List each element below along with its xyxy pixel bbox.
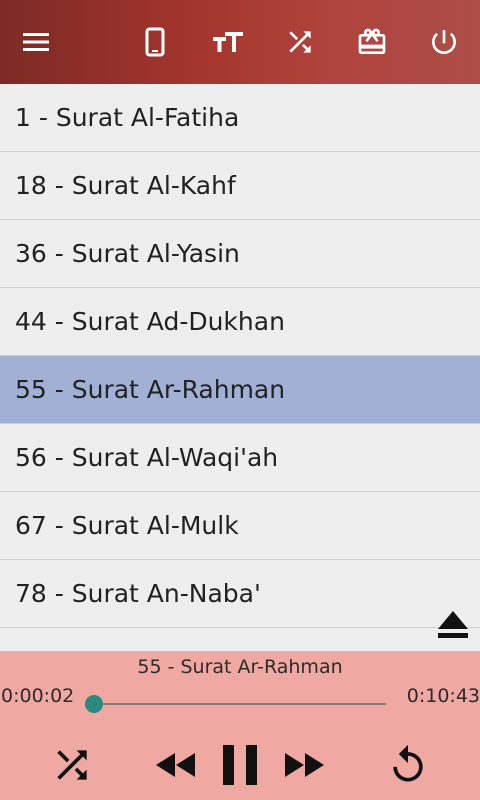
gift-card-icon[interactable] bbox=[352, 22, 392, 62]
list-item[interactable]: 67 - Surat Al-Mulk bbox=[0, 492, 480, 560]
surah-label: 55 - Surat Ar-Rahman bbox=[15, 375, 286, 404]
repeat-icon[interactable] bbox=[386, 743, 430, 787]
surah-label: 78 - Surat An-Naba' bbox=[15, 579, 261, 608]
eject-icon[interactable] bbox=[436, 608, 470, 642]
media-player: 55 - Surat Ar-Rahman 0:00:02 0:10:43 bbox=[0, 651, 480, 800]
surah-label: 1 - Surat Al-Fatiha bbox=[15, 103, 240, 132]
list-item[interactable]: 18 - Surat Al-Kahf bbox=[0, 152, 480, 220]
seek-bar[interactable] bbox=[84, 695, 386, 713]
surah-label: 36 - Surat Al-Yasin bbox=[15, 239, 240, 268]
power-icon[interactable] bbox=[424, 22, 464, 62]
surah-label: 18 - Surat Al-Kahf bbox=[15, 171, 236, 200]
list-item[interactable]: 44 - Surat Ad-Dukhan bbox=[0, 288, 480, 356]
list-item[interactable]: 1 - Surat Al-Fatiha bbox=[0, 84, 480, 152]
app-toolbar bbox=[0, 0, 480, 84]
menu-icon[interactable] bbox=[16, 22, 56, 62]
seek-thumb[interactable] bbox=[84, 695, 103, 713]
total-duration: 0:10:43 bbox=[406, 685, 480, 707]
now-playing-title: 55 - Surat Ar-Rahman bbox=[137, 656, 343, 678]
list-item[interactable]: 78 - Surat An-Naba' bbox=[0, 560, 480, 628]
text-size-icon[interactable] bbox=[208, 22, 248, 62]
list-item[interactable]: 36 - Surat Al-Yasin bbox=[0, 220, 480, 288]
list-item-selected[interactable]: 55 - Surat Ar-Rahman bbox=[0, 356, 480, 424]
surah-label: 44 - Surat Ad-Dukhan bbox=[15, 307, 285, 336]
list-item[interactable]: 56 - Surat Al-Waqi'ah bbox=[0, 424, 480, 492]
rewind-icon[interactable] bbox=[154, 743, 198, 787]
fast-forward-icon[interactable] bbox=[282, 743, 326, 787]
surah-label: 67 - Surat Al-Mulk bbox=[15, 511, 239, 540]
shuffle-icon[interactable] bbox=[50, 743, 94, 787]
surah-list: 1 - Surat Al-Fatiha 18 - Surat Al-Kahf 3… bbox=[0, 84, 480, 651]
pause-icon[interactable] bbox=[218, 743, 262, 787]
elapsed-time: 0:00:02 bbox=[1, 685, 75, 707]
shuffle-icon[interactable] bbox=[280, 22, 320, 62]
phone-icon[interactable] bbox=[135, 22, 175, 62]
surah-label: 56 - Surat Al-Waqi'ah bbox=[15, 443, 279, 472]
